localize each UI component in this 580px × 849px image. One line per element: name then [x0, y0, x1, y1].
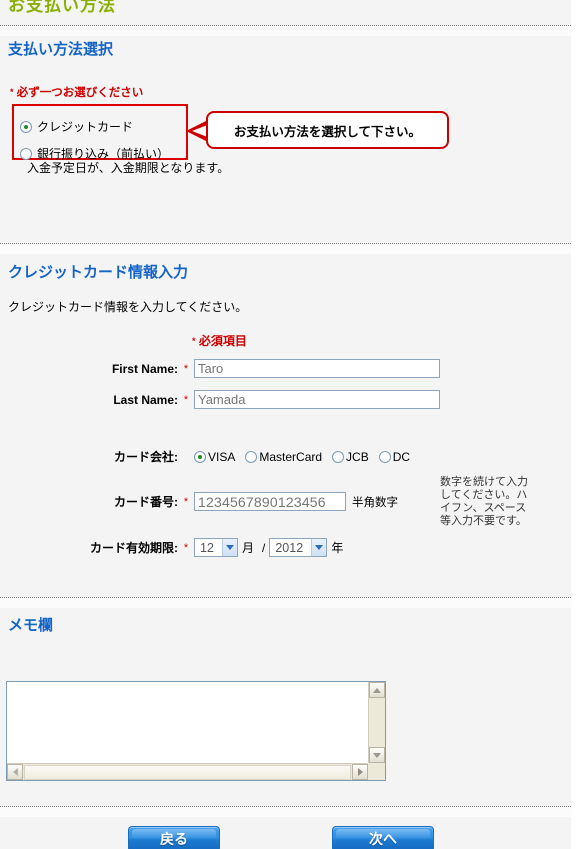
radio-jcb-icon[interactable] — [332, 450, 345, 463]
memo-vertical-scrollbar[interactable] — [368, 682, 385, 763]
scrollbar-corner — [368, 763, 385, 780]
radio-credit-card-icon[interactable] — [20, 120, 32, 133]
radio-visa-icon[interactable] — [194, 450, 206, 463]
first-name-input[interactable] — [194, 359, 440, 378]
row-card-company: カード会社: VISA MasterCard JCB DC — [86, 448, 420, 465]
chevron-down-icon[interactable] — [222, 539, 237, 556]
expiry-separator: / — [262, 540, 266, 555]
card-company-option-label: JCB — [346, 449, 369, 464]
first-name-label: First Name: — [111, 361, 178, 376]
page-top-heading: お支払い方法 — [8, 0, 116, 15]
back-button-label: 戻る — [160, 831, 188, 847]
next-button-label: 次へ — [369, 831, 397, 847]
last-name-input[interactable] — [194, 390, 440, 409]
section-title-credit-card: クレジットカード情報入力 — [8, 264, 189, 281]
payment-sub-note: 入金予定日が、入金期限となります。 — [27, 161, 230, 175]
expiry-month-value: 12 — [200, 540, 214, 555]
band-memo-top — [0, 598, 571, 608]
chevron-left-icon[interactable] — [7, 764, 23, 780]
chevron-down-icon[interactable] — [369, 747, 385, 763]
row-card-number: カード番号: * 半角数字 — [86, 492, 398, 511]
first-name-required-mark: * — [183, 362, 189, 375]
card-number-input[interactable] — [194, 492, 346, 511]
card-company-label: カード会社: — [114, 450, 178, 464]
credit-card-intro-text: クレジットカード情報を入力してください。 — [8, 300, 248, 314]
expiry-year-suffix: 年 — [331, 541, 344, 555]
expiry-month-suffix: 月 — [242, 541, 255, 555]
payment-option-label: クレジットカード — [37, 120, 134, 134]
chevron-right-icon[interactable] — [352, 764, 368, 780]
memo-text-content[interactable] — [7, 682, 368, 763]
required-items-text: 必須項目 — [198, 334, 247, 348]
card-expiry-label: カード有効期限: — [90, 541, 178, 555]
back-button[interactable]: 戻る — [128, 826, 220, 849]
row-last-name: Last Name: * — [86, 390, 440, 409]
band-card-top — [0, 244, 571, 254]
memo-scroll-track[interactable] — [24, 764, 351, 780]
must-choose-text: 必ず一つお選びください — [16, 87, 144, 99]
radio-mastercard-icon[interactable] — [245, 450, 258, 463]
card-company-option-label: VISA — [208, 449, 236, 464]
card-company-option-label: MasterCard — [259, 449, 323, 464]
section-title-payment-method: 支払い方法選択 — [8, 41, 114, 58]
expiry-year-select[interactable]: 2012 — [269, 538, 328, 557]
memo-horizontal-scrollbar[interactable] — [7, 763, 368, 780]
chevron-up-icon[interactable] — [369, 682, 385, 698]
radio-dc-icon[interactable] — [378, 450, 391, 463]
memo-textarea[interactable] — [6, 681, 386, 781]
card-expiry-required-mark: * — [183, 541, 189, 554]
chevron-down-icon[interactable] — [311, 539, 327, 556]
required-items-tag: * 必須項目 — [192, 332, 247, 349]
last-name-label: Last Name: — [113, 392, 178, 407]
callout-select-payment-method: お支払い方法を選択して下さい。 — [206, 111, 449, 149]
payment-page: お支払い方法 支払い方法選択 * 必ず一つお選びください クレジットカード 銀行… — [0, 0, 580, 849]
required-asterisk: * — [192, 336, 196, 346]
next-button[interactable]: 次へ — [332, 826, 434, 849]
row-card-expiry: カード有効期限: * 12 月 / 2012 年 — [56, 538, 347, 557]
row-first-name: First Name: * — [86, 359, 440, 378]
card-number-suffix: 半角数字 — [352, 496, 398, 509]
card-company-option-label: DC — [392, 449, 411, 464]
required-asterisk: * — [10, 87, 14, 97]
card-number-label: カード番号: — [114, 495, 178, 509]
must-choose-label: * 必ず一つお選びください — [10, 84, 143, 100]
radio-bank-transfer-icon[interactable] — [20, 147, 32, 160]
band-footer-top — [0, 807, 571, 817]
payment-option-credit-card[interactable]: クレジットカード — [20, 118, 133, 135]
callout-text: お支払い方法を選択して下さい。 — [233, 124, 422, 139]
card-number-required-mark: * — [183, 495, 189, 508]
expiry-month-select[interactable]: 12 — [194, 538, 238, 557]
expiry-year-value: 2012 — [275, 540, 304, 555]
card-number-hint: 数字を続けて入力してください。ハイフン、スペース等入力不要です。 — [440, 476, 528, 527]
card-company-options: VISA MasterCard JCB DC — [194, 450, 420, 464]
last-name-required-mark: * — [183, 393, 189, 406]
band-payment-top — [0, 26, 571, 36]
section-title-memo: メモ欄 — [8, 617, 54, 634]
